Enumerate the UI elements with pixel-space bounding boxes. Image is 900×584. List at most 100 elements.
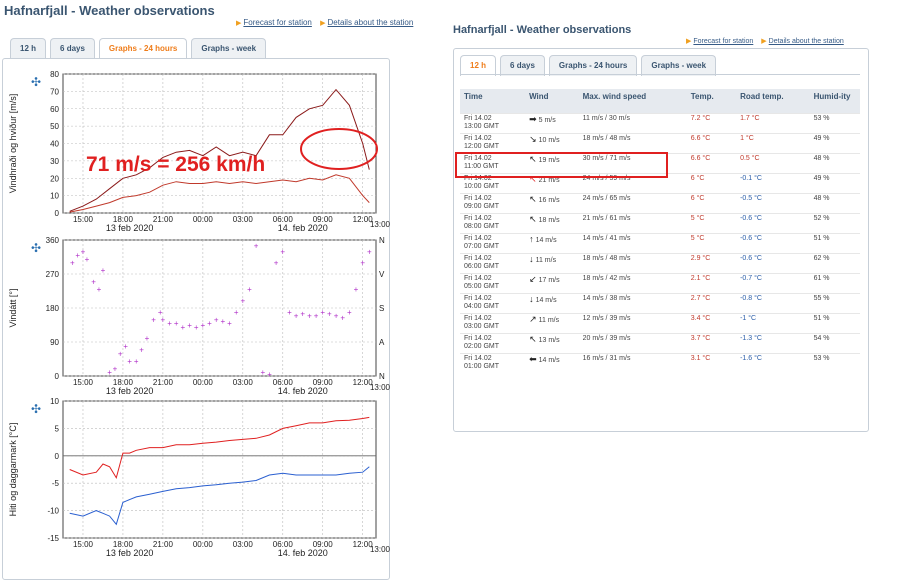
- station-details-link[interactable]: Details about the station: [328, 18, 414, 27]
- road-temp-cell: -0.7 °C: [736, 273, 810, 294]
- time-cell: Fri 14.02 02:00 GMT: [460, 333, 526, 354]
- station-details-link[interactable]: Details about the station: [769, 38, 844, 45]
- time-date: Fri 14.02: [464, 195, 492, 202]
- time-hour: 03:00 GMT: [464, 323, 500, 330]
- tab-graphs-week[interactable]: Graphs - week: [191, 38, 267, 59]
- data-point: +: [118, 349, 123, 358]
- y-tick-label: 0: [55, 372, 60, 381]
- data-point: +: [327, 310, 332, 319]
- temp-cell: 6 °C: [686, 193, 737, 214]
- tab-graphs-24h[interactable]: Graphs - 24 hours: [548, 55, 638, 76]
- time-hour: 13:00 GMT: [464, 123, 500, 130]
- time-hour: 10:00 GMT: [464, 183, 500, 190]
- data-point: +: [334, 312, 339, 321]
- temp-cell: 5 °C: [686, 233, 737, 254]
- col-time: Time: [460, 89, 526, 114]
- tab-6-days[interactable]: 6 days: [50, 38, 95, 59]
- humidity-cell: 49 %: [809, 173, 860, 194]
- wind-speed: 21 m/s: [538, 177, 560, 184]
- wind-cell: ↗ 11 m/s: [525, 313, 579, 334]
- tab-6-days[interactable]: 6 days: [500, 55, 545, 76]
- y-tick-label: -5: [52, 479, 60, 488]
- x-date-label: 13 feb 2020: [106, 223, 154, 233]
- time-date: Fri 14.02: [464, 255, 492, 262]
- time-date: Fri 14.02: [464, 135, 492, 142]
- time-cell: Fri 14.02 13:00 GMT: [460, 113, 526, 134]
- data-point: +: [314, 312, 319, 321]
- x-tick-label: 00:00: [193, 540, 214, 549]
- temp-cell: 6.6 °C: [686, 153, 737, 174]
- y-axis-label: Hiti og daggarmark [°C]: [8, 423, 18, 517]
- max-wind-cell: 16 m/s / 31 m/s: [578, 353, 687, 373]
- wind-cell: ➡ 5 m/s: [525, 113, 579, 134]
- x-tick-label: 03:00: [233, 378, 254, 387]
- data-point: +: [287, 308, 292, 317]
- time-date: Fri 14.02: [464, 115, 492, 122]
- humidity-cell: 49 %: [809, 133, 860, 154]
- direction-label: N: [379, 236, 385, 245]
- road-temp-cell: -1.3 °C: [736, 333, 810, 354]
- road-temp-cell: -0.1 °C: [736, 173, 810, 194]
- data-point: +: [220, 317, 225, 326]
- table-row: Fri 14.02 12:00 GMT ↘ 10 m/s 18 m/s / 48 m/s…: [460, 133, 860, 154]
- data-point: +: [207, 319, 212, 328]
- x-date-label: 13 feb 2020: [106, 548, 154, 558]
- col-humidity: Humid-ity: [809, 89, 860, 114]
- y-tick-label: 180: [46, 304, 60, 313]
- max-wind-cell: 11 m/s / 30 m/s: [578, 113, 687, 134]
- road-temp-cell: 1.7 °C: [736, 113, 810, 134]
- wind-direction-arrow-icon: ➡: [529, 114, 537, 124]
- y-axis-label: Vindátt [°]: [8, 289, 18, 328]
- wind-speed: 13 m/s: [538, 337, 560, 344]
- data-point: +: [260, 368, 265, 377]
- wind-speed: 10 m/s: [538, 137, 560, 144]
- tab-12h[interactable]: 12 h: [460, 55, 497, 76]
- x-tick-label: 21:00: [153, 540, 174, 549]
- data-point: +: [247, 285, 252, 294]
- table-row: Fri 14.02 03:00 GMT ↗ 11 m/s 12 m/s / 39 m/s…: [460, 313, 860, 334]
- wind-cell: ↖ 16 m/s: [525, 193, 579, 214]
- temp-cell: 5 °C: [686, 213, 737, 234]
- data-point: +: [320, 308, 325, 317]
- right-station-links: ▶ Forecast for station ▶ Details about the…: [686, 37, 850, 45]
- y-axis-label: Vindhraði og hviður [m/s]: [8, 94, 18, 193]
- y-tick-label: 360: [46, 236, 60, 245]
- right-page-title: Hafnarfjall - Weather observations: [453, 24, 632, 36]
- x-tick-label: 21:00: [153, 378, 174, 387]
- table-row: Fri 14.02 09:00 GMT ↖ 16 m/s 24 m/s / 65 m/s…: [460, 193, 860, 214]
- time-date: Fri 14.02: [464, 315, 492, 322]
- y-tick-label: 270: [46, 270, 60, 279]
- left-station-links: ▶ Forecast for station ▶ Details about the…: [236, 18, 419, 27]
- wind-direction-arrow-icon: ↑: [529, 234, 534, 244]
- tab-12h[interactable]: 12 h: [10, 38, 47, 59]
- forecast-link[interactable]: Forecast for station: [243, 18, 311, 27]
- left-tab-bar: 12 h 6 days Graphs - 24 hours Graphs - w…: [10, 38, 267, 59]
- y-tick-label: 0: [55, 209, 60, 218]
- data-point: +: [145, 334, 150, 343]
- table-row: Fri 14.02 07:00 GMT ↑ 14 m/s 14 m/s / 41 m/s…: [460, 233, 860, 254]
- time-date: Fri 14.02: [464, 215, 492, 222]
- y-tick-label: -15: [47, 534, 59, 543]
- x-tick-label: 00:00: [193, 378, 214, 387]
- highlight-box: [455, 152, 668, 178]
- x-date-label: 14. feb 2020: [278, 548, 328, 558]
- x-tick-label: 03:00: [233, 215, 254, 224]
- data-point: +: [174, 319, 179, 328]
- time-cell: Fri 14.02 01:00 GMT: [460, 353, 526, 373]
- table-row: Fri 14.02 13:00 GMT ➡ 5 m/s 11 m/s / 30 m/s 7…: [460, 113, 860, 134]
- forecast-link[interactable]: Forecast for station: [693, 38, 753, 45]
- table-row: Fri 14.02 01:00 GMT ⬅ 14 m/s 16 m/s / 31 m/s…: [460, 353, 860, 373]
- tab-graphs-24h[interactable]: Graphs - 24 hours: [98, 38, 188, 59]
- road-temp-cell: -1 °C: [736, 313, 810, 334]
- data-point: +: [354, 285, 359, 294]
- data-point: +: [91, 278, 96, 287]
- wind-annotation: 71 m/s = 256 km/h: [86, 153, 265, 176]
- time-cell: Fri 14.02 07:00 GMT: [460, 233, 526, 254]
- time-hour: 08:00 GMT: [464, 223, 500, 230]
- wind-direction-arrow-icon: ↖: [529, 334, 537, 344]
- max-wind-cell: 18 m/s / 48 m/s: [578, 253, 687, 274]
- y-tick-label: 90: [50, 338, 59, 347]
- wind-cell: ↓ 11 m/s: [525, 253, 579, 274]
- x-end-label: 13:00: [370, 220, 391, 229]
- tab-graphs-week[interactable]: Graphs - week: [641, 55, 717, 76]
